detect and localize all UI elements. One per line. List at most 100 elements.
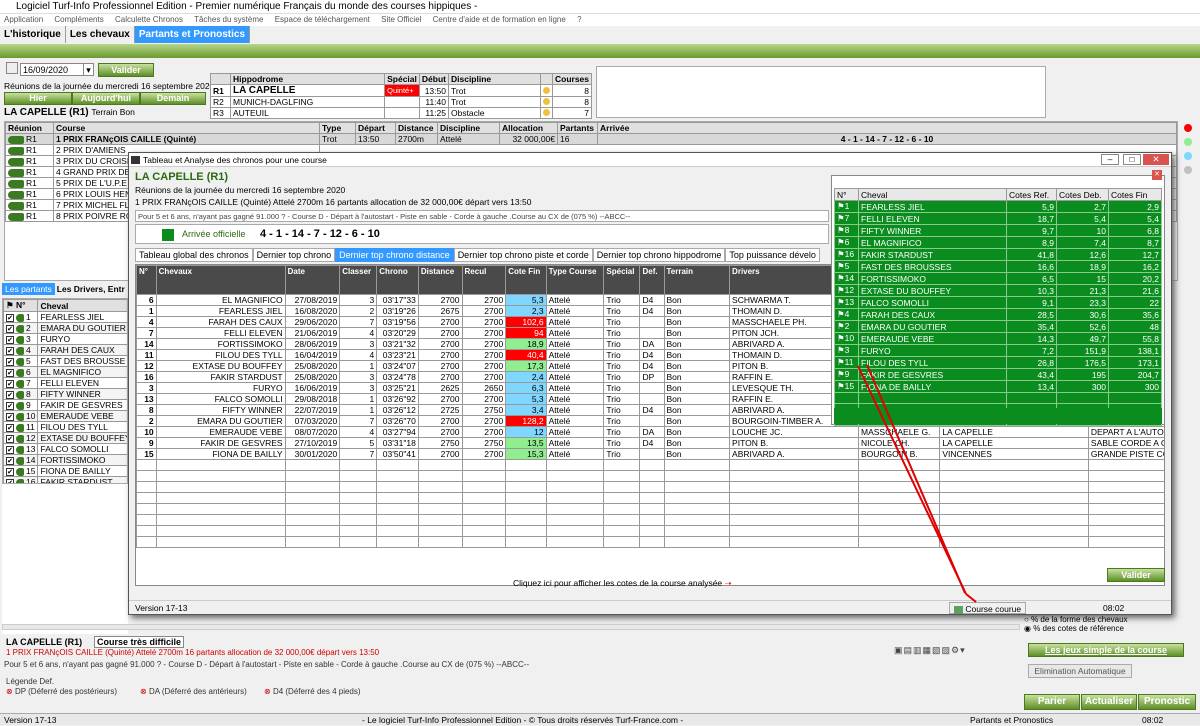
actualiser-button[interactable]: Actualiser (1081, 694, 1137, 710)
tab-hippodrome[interactable]: Dernier top chrono hippodrome (592, 248, 726, 262)
list-item[interactable]: ✔ 3 FURYO (3, 333, 127, 345)
checkbox[interactable]: ✔ (6, 456, 14, 465)
list-item[interactable]: ✔ 1 FEARLESS JIEL (3, 311, 127, 323)
table-row[interactable]: ⚑15 FIONA DE BAILLY 13,4 300 300 (834, 380, 1162, 393)
table-row[interactable]: ⚑3 FURYO 7,2 151,9 138,1 (834, 344, 1162, 357)
list-item[interactable]: ✔ 16 FAKIR STARDUST (3, 476, 127, 483)
table-row[interactable]: R1 1 PRIX FRANçOIS CAILLE (Quinté) Trot 13:… (5, 133, 1177, 145)
table-row[interactable]: ⚑9 FAKIR DE GESVRES 43,4 195 204,7 (834, 368, 1162, 381)
checkbox[interactable]: ✔ (6, 335, 14, 344)
table-row[interactable]: ⚑1 FEARLESS JIEL 5,9 2,7 2,9 (834, 200, 1162, 213)
radio-cotes[interactable]: ◉ % des cotes de référence (1024, 624, 1196, 633)
checkbox[interactable]: ✔ (6, 412, 14, 421)
table-row[interactable]: ⚑4 FARAH DES CAUX 28,5 30,6 35,6 (834, 308, 1162, 321)
table-row[interactable]: ⚑14 FORTISSIMOKO 6,5 15 20,2 (834, 272, 1162, 285)
menu-aide[interactable]: Centre d'aide et de formation en ligne (433, 15, 566, 24)
list-item[interactable]: ✔ 14 FORTISSIMOKO (3, 454, 127, 466)
list-item[interactable]: ✔ 15 FIONA DE BAILLY (3, 465, 127, 477)
tab-drivers[interactable]: Les Drivers, Entr (55, 283, 127, 295)
chevron-down-icon[interactable]: ▾ (83, 64, 93, 76)
column-header[interactable]: Cote Fin (505, 265, 547, 295)
column-header[interactable]: Recul (461, 265, 507, 295)
column-header[interactable]: N° (136, 265, 157, 295)
checkbox[interactable]: ✔ (6, 467, 14, 476)
list-item[interactable]: ✔ 11 FILOU DES TYLL (3, 421, 127, 433)
tab-dernier-top[interactable]: Dernier top chrono (252, 248, 336, 262)
list-item[interactable]: ✔ 9 FAKIR DE GESVRES (3, 399, 127, 411)
maximize-button[interactable]: □ (1123, 154, 1141, 165)
tab-historique[interactable]: L'historique (0, 26, 66, 43)
toolbar-icons[interactable]: ▣▤▥▦▧▨⚙▾ (894, 645, 966, 656)
checkbox[interactable]: ✔ (6, 390, 14, 399)
list-item[interactable]: ✔ 10 EMERAUDE VEBE (3, 410, 127, 422)
table-row[interactable]: ⚑7 FELLI ELEVEN 18,7 5,4 5,4 (834, 212, 1162, 225)
checkbox[interactable]: ✔ (6, 368, 14, 377)
tab-chevaux[interactable]: Les chevaux (66, 26, 135, 43)
calendar-icon[interactable] (6, 62, 18, 74)
horizontal-scrollbar[interactable] (2, 624, 1020, 630)
minimize-button[interactable]: – (1101, 154, 1119, 165)
table-row[interactable]: 10 EMERAUDE VEBE 08/07/2020 4 03'27"94 2700 27… (136, 426, 1164, 438)
menu-complements[interactable]: Compléments (54, 15, 103, 24)
course-courue-button[interactable]: Course courue (949, 602, 1027, 614)
menu-site[interactable]: Site Officiel (381, 15, 421, 24)
valider-dialog-button[interactable]: Valider (1107, 568, 1165, 582)
table-row[interactable]: ⚑2 EMARA DU GOUTIER 35,4 52,6 48 (834, 320, 1162, 333)
table-row[interactable]: ⚑5 FAST DES BROUSSES 16,6 18,9 16,2 (834, 260, 1162, 273)
checkbox[interactable]: ✔ (6, 423, 14, 432)
checkbox[interactable]: ✔ (6, 379, 14, 388)
menu-taches[interactable]: Tâches du système (194, 15, 263, 24)
cotes-close-button[interactable]: ✕ (1152, 170, 1162, 180)
tab-piste-corde[interactable]: Dernier top chrono piste et corde (453, 248, 593, 262)
tab-puissance[interactable]: Top puissance dévelo (725, 248, 820, 262)
checkbox[interactable]: ✔ (6, 324, 14, 333)
tab-dernier-distance[interactable]: Dernier top chrono distance (335, 248, 454, 262)
parier-button[interactable]: Parier (1024, 694, 1080, 710)
elimination-button[interactable]: Elimination Automatique (1028, 664, 1132, 678)
table-row[interactable]: R3 AUTEUIL 11:25 Obstacle 7 (210, 107, 593, 119)
checkbox[interactable]: ✔ (6, 313, 14, 322)
checkbox[interactable]: ✔ (6, 401, 14, 410)
valider-date-button[interactable]: Valider (98, 63, 154, 77)
table-row[interactable]: ⚑16 FAKIR STARDUST 41,8 12,6 12,7 (834, 248, 1162, 261)
column-header[interactable]: Date (284, 265, 341, 295)
column-header[interactable]: Chevaux (155, 265, 286, 295)
table-row[interactable]: ⚑11 FILOU DES TYLL 26,8 176,5 173,1 (834, 356, 1162, 369)
column-header[interactable]: Distance (417, 265, 463, 295)
table-row[interactable]: ⚑13 FALCO SOMOLLI 9,1 23,3 22 (834, 296, 1162, 309)
date-picker[interactable]: 16/09/2020 ▾ (20, 63, 94, 76)
list-item[interactable]: ✔ 12 EXTASE DU BOUFFEY (3, 432, 127, 444)
close-button[interactable]: ✕ (1143, 154, 1169, 165)
demain-button[interactable]: Demain (140, 92, 206, 105)
checkbox[interactable]: ✔ (6, 445, 14, 454)
list-item[interactable]: ✔ 6 EL MAGNIFICO (3, 366, 127, 378)
table-row[interactable]: ⚑8 FIFTY WINNER 9,7 10 6,8 (834, 224, 1162, 237)
list-item[interactable]: ✔ 13 FALCO SOMOLLI (3, 443, 127, 455)
table-row[interactable]: ⚑10 EMERAUDE VEBE 14,3 49,7 55,8 (834, 332, 1162, 345)
menu-calculette[interactable]: Calculette Chronos (115, 15, 183, 24)
column-header[interactable]: Type Course (545, 265, 605, 295)
table-row[interactable]: R1 LA CAPELLE Quinté+ 13:50 Trot 8 (210, 84, 593, 97)
tab-global[interactable]: Tableau global des chronos (135, 248, 253, 262)
column-header[interactable]: Def. (639, 265, 665, 295)
column-header[interactable]: Terrain (663, 265, 731, 295)
column-header[interactable]: Spécial (603, 265, 641, 295)
menu-application[interactable]: Application (4, 15, 43, 24)
table-row[interactable]: ⚑12 EXTASE DU BOUFFEY 10,3 21,3 21,6 (834, 284, 1162, 297)
aujourdhui-button[interactable]: Aujourd'hui (72, 92, 140, 105)
table-row[interactable]: 15 FIONA DE BAILLY 30/01/2020 7 03'50"41 2700… (136, 448, 1164, 460)
pronostic-button[interactable]: Pronostic (1138, 694, 1196, 710)
table-row[interactable]: 9 FAKIR DE GESVRES 27/10/2019 5 03'31"18 2750… (136, 437, 1164, 449)
jeux-simple-button[interactable]: Les jeux simple de la course (1028, 643, 1184, 657)
list-item[interactable]: ✔ 5 FAST DES BROUSSE (3, 355, 127, 367)
column-header[interactable]: Chrono (376, 265, 419, 295)
checkbox[interactable]: ✔ (6, 346, 14, 355)
menu-telechargement[interactable]: Espace de téléchargement (275, 15, 370, 24)
column-header[interactable]: Classer (339, 265, 378, 295)
list-item[interactable]: ✔ 8 FIFTY WINNER (3, 388, 127, 400)
list-item[interactable]: ✔ 2 EMARA DU GOUTIER (3, 322, 127, 334)
checkbox[interactable]: ✔ (6, 357, 14, 366)
hier-button[interactable]: Hier (4, 92, 72, 105)
list-item[interactable]: ✔ 7 FELLI ELEVEN (3, 377, 127, 389)
checkbox[interactable]: ✔ (6, 434, 14, 443)
